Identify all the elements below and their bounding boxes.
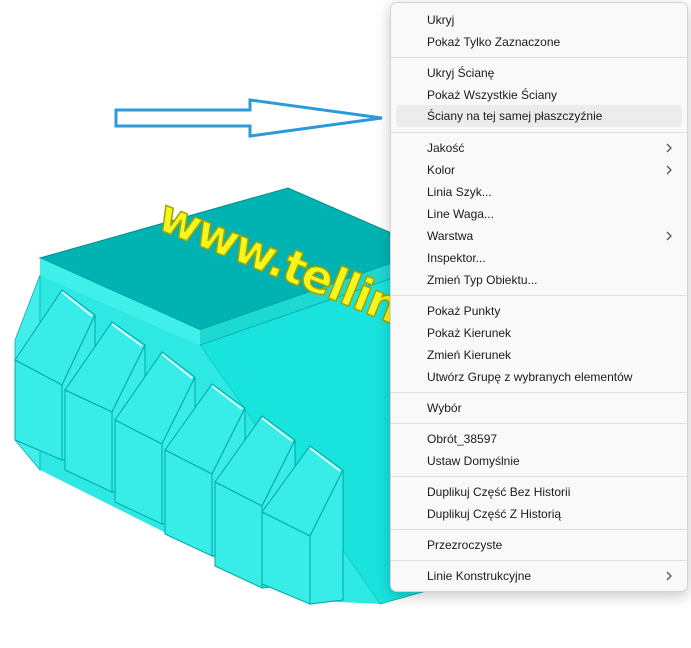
menu-separator (391, 295, 687, 296)
menu-separator (391, 132, 687, 133)
menu-item-label: Pokaż Tylko Zaznaczone (427, 35, 561, 49)
menu-item-duplicate-no-history[interactable]: Duplikuj Część Bez Historii (396, 481, 682, 503)
menu-item-label: Ustaw Domyślnie (427, 454, 520, 468)
menu-separator (391, 423, 687, 424)
menu-item-hide-face[interactable]: Ukryj Ścianę (396, 62, 682, 84)
menu-separator (391, 392, 687, 393)
menu-item-label: Ukryj Ścianę (427, 66, 495, 80)
menu-item-label: Zmień Typ Obiektu... (427, 273, 538, 287)
menu-item-color[interactable]: Kolor (396, 159, 682, 181)
menu-item-label: Pokaż Kierunek (427, 326, 512, 340)
menu-item-label: Kolor (427, 163, 456, 177)
menu-item-change-direction[interactable]: Zmień Kierunek (396, 344, 682, 366)
menu-item-hide[interactable]: Ukryj (396, 9, 682, 31)
menu-item-label: Duplikuj Część Bez Historii (427, 485, 571, 499)
menu-item-change-object-type[interactable]: Zmień Typ Obiektu... (396, 269, 682, 291)
chevron-right-icon (664, 137, 674, 159)
chevron-right-icon (664, 565, 674, 587)
menu-item-coplanar-faces[interactable]: Ściany na tej samej płaszczyźnie (396, 105, 682, 127)
menu-item-line-weight[interactable]: Line Waga... (396, 203, 682, 225)
menu-item-show-direction[interactable]: Pokaż Kierunek (396, 322, 682, 344)
menu-item-label: Line Waga... (427, 207, 494, 221)
menu-item-quality[interactable]: Jakość (396, 137, 682, 159)
menu-item-label: Pokaż Wszystkie Ściany (427, 88, 558, 102)
menu-item-label: Warstwa (427, 229, 474, 243)
menu-item-create-group[interactable]: Utwórz Grupę z wybranych elementów (396, 366, 682, 388)
context-menu: Ukryj Pokaż Tylko Zaznaczone Ukryj Ścian… (390, 2, 688, 592)
menu-item-label: Jakość (427, 141, 465, 155)
menu-item-selection[interactable]: Wybór (396, 397, 682, 419)
menu-item-line-style[interactable]: Linia Szyk... (396, 181, 682, 203)
menu-item-show-points[interactable]: Pokaż Punkty (396, 300, 682, 322)
menu-item-label: Linia Szyk... (427, 185, 492, 199)
menu-item-label: Ściany na tej samej płaszczyźnie (427, 109, 603, 123)
menu-item-label: Obrót_38597 (427, 432, 498, 446)
menu-separator (391, 476, 687, 477)
menu-item-set-default[interactable]: Ustaw Domyślnie (396, 450, 682, 472)
menu-item-label: Utwórz Grupę z wybranych elementów (427, 370, 633, 384)
menu-item-label: Pokaż Punkty (427, 304, 501, 318)
menu-item-label: Duplikuj Część Z Historią (427, 507, 562, 521)
menu-item-inspector[interactable]: Inspektor... (396, 247, 682, 269)
menu-item-duplicate-with-history[interactable]: Duplikuj Część Z Historią (396, 503, 682, 525)
arrow-annotation (114, 98, 383, 138)
chevron-right-icon (664, 225, 674, 247)
menu-item-label: Wybór (427, 401, 462, 415)
menu-item-label: Przezroczyste (427, 538, 503, 552)
menu-item-show-selected-only[interactable]: Pokaż Tylko Zaznaczone (396, 31, 682, 53)
menu-separator (391, 57, 687, 58)
menu-item-label: Inspektor... (427, 251, 486, 265)
menu-item-show-all-faces[interactable]: Pokaż Wszystkie Ściany (396, 84, 682, 106)
menu-separator (391, 529, 687, 530)
menu-item-label: Zmień Kierunek (427, 348, 512, 362)
chevron-right-icon (664, 159, 674, 181)
menu-item-rotation[interactable]: Obrót_38597 (396, 428, 682, 450)
menu-item-label: Linie Konstrukcyjne (427, 569, 532, 583)
menu-item-layer[interactable]: Warstwa (396, 225, 682, 247)
menu-item-construction-lines[interactable]: Linie Konstrukcyjne (396, 565, 682, 587)
menu-item-transparent[interactable]: Przezroczyste (396, 534, 682, 556)
menu-separator (391, 560, 687, 561)
menu-item-label: Ukryj (427, 13, 455, 27)
